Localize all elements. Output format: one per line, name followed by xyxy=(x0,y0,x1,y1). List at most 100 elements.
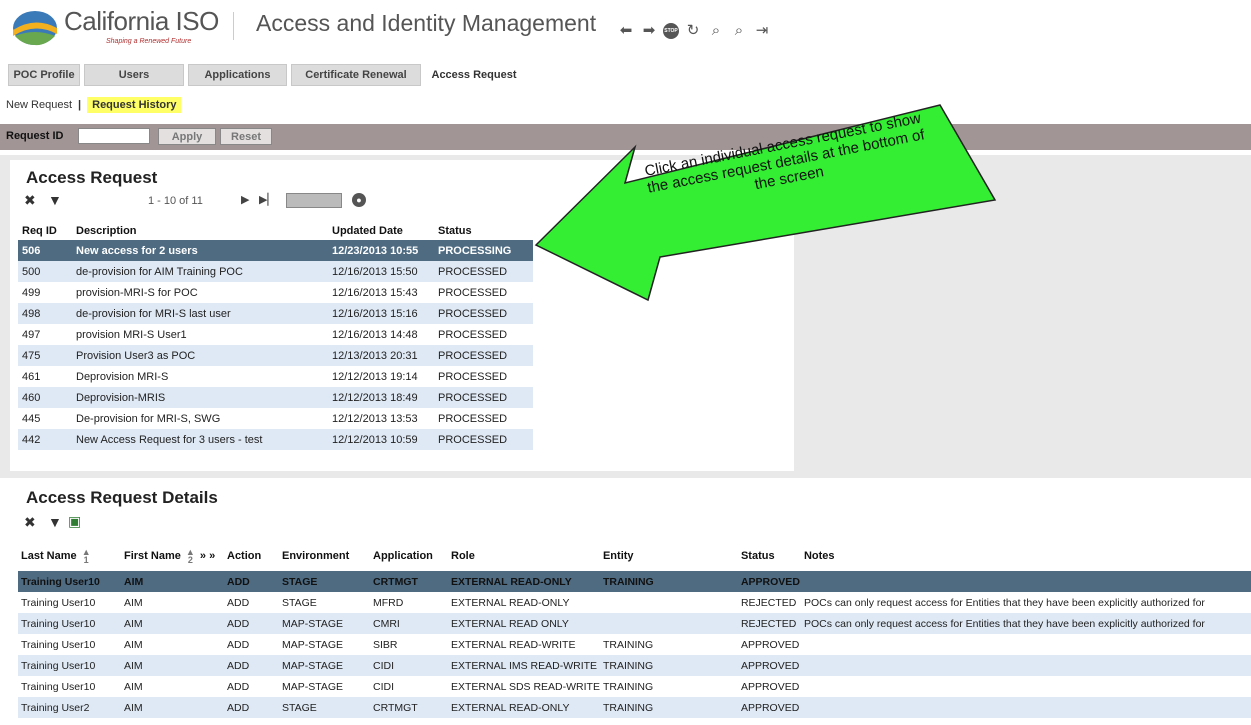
clear-filter-icon[interactable]: ✖ xyxy=(24,192,36,209)
col-application[interactable]: Application xyxy=(370,541,448,571)
status-cell: PROCESSED xyxy=(434,324,533,345)
description-cell: New Access Request for 3 users - test xyxy=(72,429,328,450)
excel-export-icon[interactable]: ▣ xyxy=(68,513,81,530)
zoom-in-icon[interactable]: ⌕ xyxy=(730,22,748,40)
application-cell: MFRD xyxy=(370,592,448,613)
col-status[interactable]: Status xyxy=(737,541,801,571)
table-row[interactable]: 475 Provision User3 as POC 12/13/2013 20… xyxy=(18,345,533,366)
tab-applications[interactable]: Applications xyxy=(188,64,287,86)
status-cell: REJECTED xyxy=(737,613,801,634)
table-row[interactable]: 442 New Access Request for 3 users - tes… xyxy=(18,429,533,450)
col-role[interactable]: Role xyxy=(448,541,600,571)
notes-cell xyxy=(800,634,1251,655)
status-cell: APPROVED xyxy=(737,676,801,697)
filter-icon[interactable]: ▼ xyxy=(48,192,62,208)
col-status[interactable]: Status xyxy=(434,221,533,240)
table-row[interactable]: Training User10 AIM ADD MAP-STAGE CIDI E… xyxy=(18,655,1251,676)
table-row[interactable]: 506 New access for 2 users 12/23/2013 10… xyxy=(18,240,533,261)
col-description[interactable]: Description xyxy=(72,221,328,240)
first-name-cell: AIM xyxy=(121,697,224,718)
filter-icon[interactable]: ▼ xyxy=(48,514,62,530)
req-id-cell: 497 xyxy=(18,324,72,345)
sort-up-icon[interactable]: ▲ 1 xyxy=(82,548,91,565)
logout-icon[interactable]: ⇥ xyxy=(753,22,771,40)
first-name-cell: AIM xyxy=(121,571,224,592)
entity-cell: TRAINING xyxy=(599,676,738,697)
table-row[interactable]: Training User10 AIM ADD STAGE MFRD EXTER… xyxy=(18,592,1251,613)
col-req-id[interactable]: Req ID xyxy=(18,221,72,240)
details-table: Last Name ▲ 1 First Name ▲ 2 » » Action En… xyxy=(18,541,1251,718)
table-row[interactable]: 461 Deprovision MRI-S 12/12/2013 19:14 P… xyxy=(18,366,533,387)
last-name-cell: Training User10 xyxy=(18,592,121,613)
action-cell: ADD xyxy=(224,697,279,718)
apply-button[interactable]: Apply xyxy=(158,128,216,145)
table-row[interactable]: Training User10 AIM ADD MAP-STAGE SIBR E… xyxy=(18,634,1251,655)
refresh-icon[interactable]: ↻ xyxy=(684,22,702,40)
application-cell: CMRI xyxy=(370,613,448,634)
description-cell: provision-MRI-S for POC xyxy=(72,282,328,303)
first-name-cell: AIM xyxy=(121,655,224,676)
entity-cell xyxy=(599,613,738,634)
tab-access-request[interactable]: Access Request xyxy=(425,64,523,86)
browser-nav-icons: ⬅ ➡ STOP ↻ ⌕ ⌕ ⇥ xyxy=(617,20,771,42)
date-cell: 12/16/2013 15:50 xyxy=(328,261,434,282)
column-skip-icon[interactable]: » » xyxy=(200,550,215,562)
next-page-icon[interactable]: ▶ xyxy=(241,193,249,206)
col-environment[interactable]: Environment xyxy=(279,541,370,571)
request-id-input[interactable] xyxy=(78,128,150,144)
col-updated-date[interactable]: Updated Date xyxy=(328,221,434,240)
req-id-cell: 442 xyxy=(18,429,72,450)
first-name-header: First Name xyxy=(124,549,181,562)
table-row[interactable]: Training User10 AIM ADD STAGE CRTMGT EXT… xyxy=(18,571,1251,592)
table-row[interactable]: Training User10 AIM ADD MAP-STAGE CMRI E… xyxy=(18,613,1251,634)
table-row[interactable]: 445 De-provision for MRI-S, SWG 12/12/20… xyxy=(18,408,533,429)
stop-icon[interactable]: STOP xyxy=(663,23,679,39)
details-title: Access Request Details xyxy=(26,488,218,507)
table-row[interactable]: 497 provision MRI-S User1 12/16/2013 14:… xyxy=(18,324,533,345)
req-id-cell: 499 xyxy=(18,282,72,303)
tab-certificate-renewal[interactable]: Certificate Renewal xyxy=(291,64,421,86)
zoom-out-icon[interactable]: ⌕ xyxy=(707,22,725,40)
reset-button[interactable]: Reset xyxy=(220,128,272,145)
tab-users[interactable]: Users xyxy=(84,64,184,86)
req-id-cell: 498 xyxy=(18,303,72,324)
new-request-link[interactable]: New Request xyxy=(6,99,72,111)
date-cell: 12/12/2013 10:59 xyxy=(328,429,434,450)
col-first-name[interactable]: First Name ▲ 2 » » xyxy=(121,541,224,571)
col-last-name[interactable]: Last Name ▲ 1 xyxy=(18,541,121,571)
clear-filter-icon[interactable]: ✖ xyxy=(24,514,36,531)
status-cell: REJECTED xyxy=(737,592,801,613)
forward-arrow-icon[interactable]: ➡ xyxy=(640,22,658,40)
table-row[interactable]: Training User2 AIM ADD STAGE CRTMGT EXTE… xyxy=(18,697,1251,718)
first-name-cell: AIM xyxy=(121,592,224,613)
last-page-icon[interactable]: ▶▏ xyxy=(259,193,276,206)
action-cell: ADD xyxy=(224,613,279,634)
notes-cell: POCs can only request access for Entitie… xyxy=(800,592,1251,613)
environment-cell: STAGE xyxy=(279,571,370,592)
last-name-cell: Training User10 xyxy=(18,634,121,655)
description-cell: de-provision for MRI-S last user xyxy=(72,303,328,324)
access-request-title: Access Request xyxy=(26,168,158,187)
col-entity[interactable]: Entity xyxy=(599,541,738,571)
table-row[interactable]: Training User10 AIM ADD MAP-STAGE CIDI E… xyxy=(18,676,1251,697)
col-notes[interactable]: Notes xyxy=(800,541,1251,571)
notes-cell xyxy=(800,571,1251,592)
date-cell: 12/13/2013 20:31 xyxy=(328,345,434,366)
sort-up-icon[interactable]: ▲ 2 xyxy=(186,548,195,565)
page-number-input[interactable] xyxy=(286,193,342,208)
table-row[interactable]: 499 provision-MRI-S for POC 12/16/2013 1… xyxy=(18,282,533,303)
request-id-label: Request ID xyxy=(6,130,64,142)
header-divider xyxy=(233,12,234,40)
table-row[interactable]: 500 de-provision for AIM Training POC 12… xyxy=(18,261,533,282)
col-action[interactable]: Action xyxy=(224,541,279,571)
description-cell: Deprovision-MRIS xyxy=(72,387,328,408)
back-arrow-icon[interactable]: ⬅ xyxy=(617,22,635,40)
go-page-icon[interactable]: ● xyxy=(352,193,366,207)
request-history-link[interactable]: Request History xyxy=(87,97,182,113)
table-row[interactable]: 460 Deprovision-MRIS 12/12/2013 18:49 PR… xyxy=(18,387,533,408)
role-cell: EXTERNAL READ-ONLY xyxy=(448,571,600,592)
status-cell: PROCESSED xyxy=(434,408,533,429)
status-cell: PROCESSED xyxy=(434,345,533,366)
table-row[interactable]: 498 de-provision for MRI-S last user 12/… xyxy=(18,303,533,324)
tab-poc-profile[interactable]: POC Profile xyxy=(8,64,80,86)
